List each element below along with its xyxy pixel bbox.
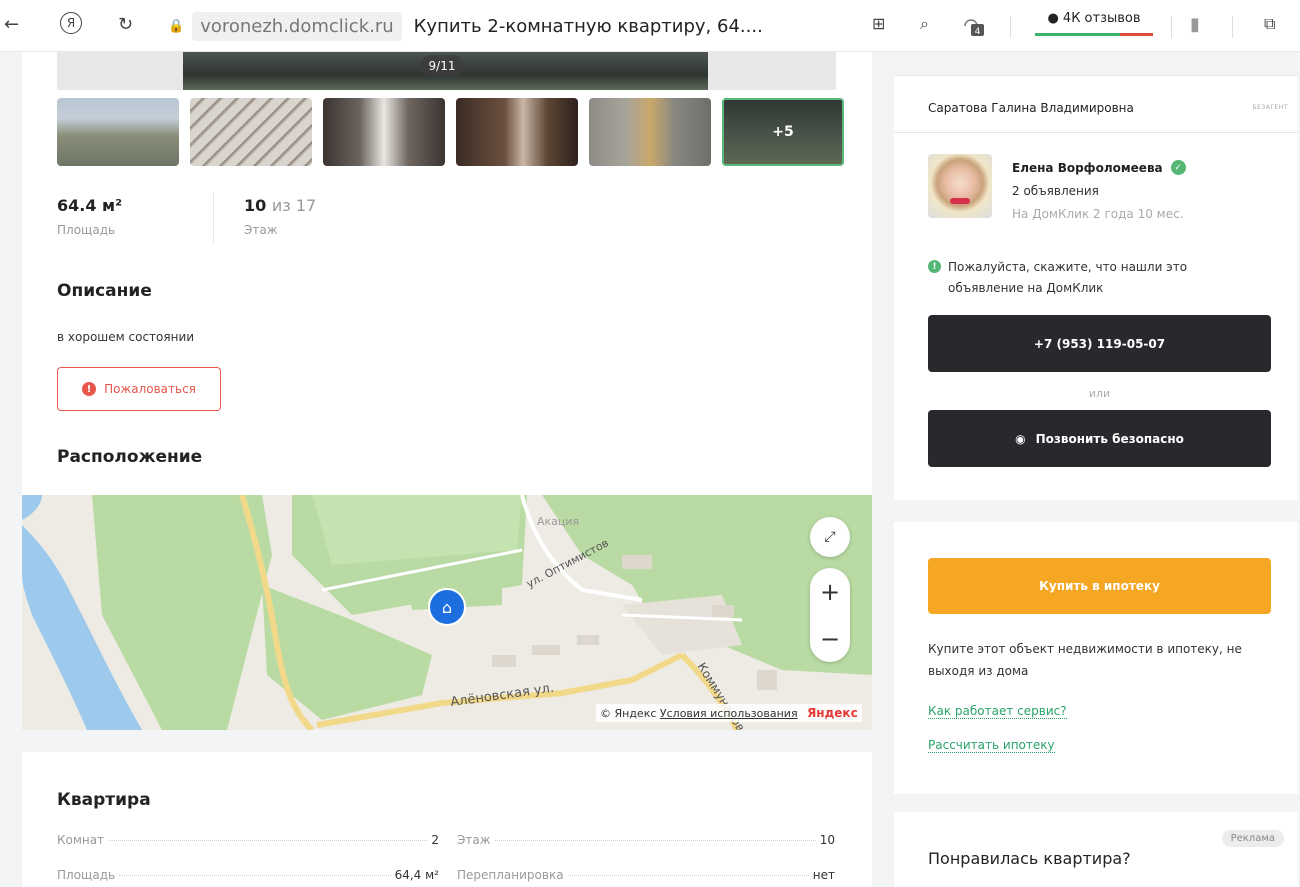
reload-icon[interactable]: ↻ [118, 14, 133, 35]
mortgage-text: Купите этот объект недвижимости в ипотек… [928, 642, 1242, 678]
avatar[interactable] [928, 154, 992, 218]
location-map[interactable]: Акация ул. Оптимистов Алёновская ул. Ком… [22, 495, 872, 730]
spec-value: 10 [819, 833, 835, 847]
spec-dots [494, 840, 816, 841]
spec-dots [119, 875, 391, 876]
bookmark-icon[interactable]: ▮ [1190, 14, 1200, 35]
location-title: Расположение [57, 447, 203, 467]
terms-link[interactable]: Условия использования [660, 707, 798, 720]
shield-phone-icon: ◉ [1015, 431, 1026, 446]
extension-icon[interactable]: ⧉ [1264, 14, 1275, 34]
fullscreen-icon[interactable]: ⤢ [810, 517, 850, 557]
spec-value: 64,4 м² [394, 868, 439, 882]
thumbnail[interactable] [589, 98, 711, 166]
apartment-card [22, 752, 872, 887]
show-phone-button[interactable]: +7 (953) 119-05-07 [928, 315, 1271, 372]
thumbnail[interactable] [190, 98, 312, 166]
spec-key: Перепланировка [457, 868, 564, 882]
spec-row: Площадь 64,4 м² [57, 868, 439, 882]
seller-header: Саратова Галина Владимировна БЕЗАГЕНТ [894, 76, 1298, 133]
zoom-in-button[interactable]: + [810, 568, 850, 615]
page-title: Купить 2-комнатную квартиру, 64.... [413, 15, 763, 37]
spec-row: Этаж 10 [457, 833, 835, 847]
search-page-icon[interactable]: ⌕ [920, 14, 929, 34]
how-it-works-link[interactable]: Как работает сервис? [928, 704, 1067, 719]
toolbar-divider [1232, 16, 1233, 38]
spec-row: Перепланировка нет [457, 868, 835, 882]
lock-icon: 🔒 [168, 18, 185, 34]
floor-label: Этаж [244, 223, 278, 237]
stat-divider [213, 193, 214, 243]
thumbnail[interactable] [456, 98, 578, 166]
info-icon: ! [928, 260, 941, 273]
copyright-text: © Яндекс [600, 707, 657, 720]
svg-text:4: 4 [975, 27, 981, 37]
agent-since: На ДомКлик 2 года 10 мес. [1012, 207, 1184, 221]
browser-toolbar: ← Я ↻ 🔒 voronezh.domclick.ru Купить 2-ко… [0, 0, 1300, 52]
seller-card: Саратова Галина Владимировна БЕЗАГЕНТ Ел… [894, 75, 1298, 500]
ad-badge: Реклама [1221, 830, 1284, 847]
calculate-mortgage-link[interactable]: Рассчитать ипотеку [928, 738, 1055, 753]
spec-dots [108, 840, 428, 841]
owner-tag: БЕЗАГЕНТ [1252, 104, 1288, 111]
thumbnail[interactable] [323, 98, 445, 166]
add-tab-icon[interactable]: ⊞ [872, 14, 885, 33]
alert-icon: ! [82, 382, 97, 396]
map-copyright: © Яндекс Условия использования Яндекс [596, 704, 862, 722]
reviews-widget[interactable]: ● 4К отзывов [1035, 8, 1153, 38]
speech-bubble-icon: ● [1047, 11, 1059, 26]
safe-call-button[interactable]: ◉ Позвонить безопасно [928, 410, 1271, 467]
verified-shield-icon: ✓ [1170, 160, 1186, 175]
toolbar-divider [1171, 16, 1172, 38]
area-stat: 64.4 м² Площадь [57, 196, 122, 237]
report-button[interactable]: ! Пожаловаться [57, 367, 221, 411]
zoom-control: + − [810, 568, 850, 662]
buy-with-mortgage-button[interactable]: Купить в ипотеку [928, 558, 1271, 614]
home-location-pin-icon[interactable]: ⌂ [428, 588, 466, 626]
spec-row: Комнат 2 [57, 833, 439, 847]
spec-key: Этаж [457, 833, 491, 847]
floor-suffix: из 17 [271, 196, 317, 215]
agent-listings[interactable]: 2 объявления [1012, 184, 1099, 198]
spec-value: нет [812, 868, 835, 882]
apartment-title: Квартира [57, 790, 151, 810]
spec-key: Комнат [57, 833, 105, 847]
map-label-akatsiya: Акация [537, 515, 580, 528]
yandex-logo-icon[interactable]: Я [60, 12, 82, 34]
area-label: Площадь [57, 223, 116, 237]
reviews-label: 4К отзывов [1062, 11, 1141, 26]
gallery-counter: 9/11 [420, 55, 464, 77]
agent-name-row[interactable]: Елена Ворфоломеева ✓ [1012, 160, 1186, 175]
floor-value: 10 [244, 196, 267, 215]
url-domain[interactable]: voronezh.domclick.ru [192, 11, 402, 41]
owner-name: Саратова Галина Владимировна [928, 101, 1134, 115]
tabs-icon[interactable]: 4 [962, 12, 986, 37]
promo-card: Реклама Понравилась квартира? [894, 812, 1298, 887]
zoom-out-button[interactable]: − [810, 615, 850, 662]
toolbar-divider [1010, 16, 1011, 38]
gallery-thumbnails: +5 [57, 98, 844, 166]
phone-number: +7 (953) 119-05-07 [1033, 336, 1166, 351]
spec-value: 2 [431, 833, 439, 847]
thumbnail-more[interactable]: +5 [722, 98, 844, 166]
back-arrow-icon[interactable]: ← [4, 14, 19, 35]
address-bar[interactable]: 🔒 voronezh.domclick.ru Купить 2-комнатну… [168, 10, 763, 42]
thumbnail[interactable] [57, 98, 179, 166]
or-separator: или [1088, 387, 1111, 400]
info-message: Пожалуйста, скажите, что нашли это объяв… [948, 260, 1188, 295]
more-photos-count: +5 [724, 100, 842, 164]
description-text: в хорошем состоянии [57, 330, 195, 344]
safe-call-label: Позвонить безопасно [1035, 431, 1184, 446]
report-label: Пожаловаться [104, 382, 196, 396]
description-title: Описание [57, 281, 152, 301]
rating-bar [1035, 33, 1153, 36]
agent-name[interactable]: Елена Ворфоломеева [1012, 161, 1163, 175]
spec-key: Площадь [57, 868, 116, 882]
area-value: 64.4 м² [57, 196, 123, 215]
yandex-map-logo[interactable]: Яндекс [807, 706, 858, 720]
floor-stat: 10 из 17 Этаж [244, 196, 316, 237]
mortgage-card: Купить в ипотеку Купите этот объект недв… [894, 522, 1298, 794]
spec-dots [567, 875, 809, 876]
promo-title: Понравилась квартира? [928, 849, 1131, 868]
